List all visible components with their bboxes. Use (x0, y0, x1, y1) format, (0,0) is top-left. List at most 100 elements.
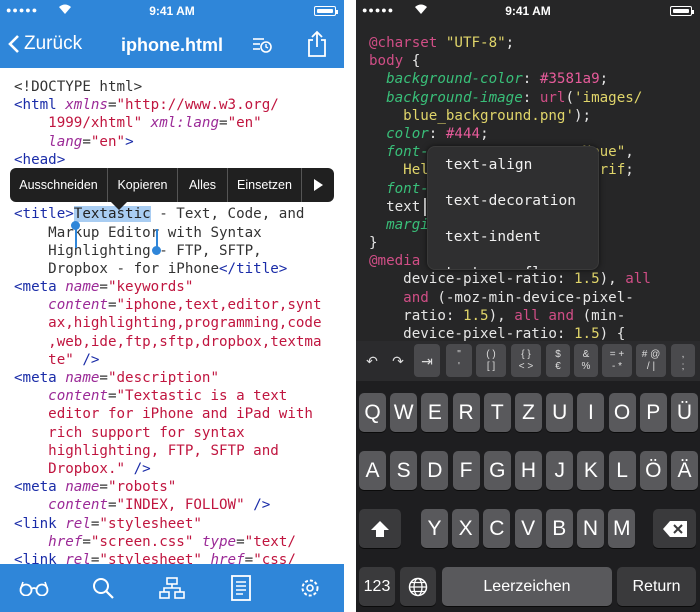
code-line: content="iphone,text,editor,synt (14, 296, 321, 314)
key-u[interactable]: U (546, 393, 574, 432)
key-f[interactable]: F (452, 451, 480, 490)
code-token: <!DOCTYPE (14, 79, 100, 95)
key-r[interactable]: R (452, 393, 480, 432)
code-line: content="Textastic is a text (14, 387, 322, 405)
extra-key[interactable]: ↶ (360, 344, 384, 377)
key-a[interactable]: A (359, 451, 386, 490)
extra-key[interactable]: # @ / | (636, 344, 666, 377)
key-t[interactable]: T (483, 393, 511, 432)
history-icon[interactable] (252, 36, 272, 54)
menu-item-alles[interactable]: Alles (178, 168, 228, 202)
key-ä[interactable]: Ä (671, 451, 698, 490)
key-k[interactable]: K (577, 451, 605, 490)
shift-key[interactable] (359, 509, 401, 548)
selection-start-handle[interactable] (75, 228, 77, 248)
key-v[interactable]: V (514, 509, 542, 548)
extra-key[interactable]: ⇥ (414, 344, 440, 377)
key-l[interactable]: L (608, 451, 636, 490)
menu-more-button[interactable] (302, 179, 334, 191)
share-icon[interactable] (306, 30, 328, 58)
completion-option[interactable]: text-align (428, 147, 598, 183)
backspace-key[interactable] (653, 509, 696, 548)
code-token: "keywords" (107, 279, 194, 296)
completion-option[interactable]: text-indent (428, 219, 598, 255)
key-b[interactable]: B (545, 509, 573, 548)
settings-icon[interactable] (295, 573, 325, 603)
menu-item-kopieren[interactable]: Kopieren (108, 168, 178, 202)
globe-key[interactable] (400, 567, 436, 606)
key-q[interactable]: Q (359, 393, 386, 432)
completion-option[interactable]: text-decoration (428, 183, 598, 219)
key-i[interactable]: I (577, 393, 605, 432)
menu-item-ausschneiden[interactable]: Ausschneiden (10, 168, 108, 202)
status-time: 9:41 AM (149, 4, 195, 18)
return-key[interactable]: Return (617, 567, 696, 606)
extra-key[interactable]: { } < > (511, 344, 541, 377)
code-token: color (369, 125, 429, 142)
code-token: ), (488, 307, 515, 324)
code-token: <meta (14, 479, 66, 496)
key-ü[interactable]: Ü (671, 393, 698, 432)
code-token: 1999/xhtml" (14, 115, 151, 132)
key-e[interactable]: E (421, 393, 449, 432)
play-icon (314, 179, 323, 191)
html-code-editor[interactable]: <!DOCTYPE html> <html xmlns="http://www.w… (14, 78, 322, 569)
key-g[interactable]: G (483, 451, 511, 490)
extra-key[interactable]: ( ) [ ] (476, 344, 506, 377)
code-token: <link (14, 515, 66, 532)
code-token: and (369, 289, 438, 306)
key-x[interactable]: X (452, 509, 480, 548)
key-s[interactable]: S (390, 451, 418, 490)
key-h[interactable]: H (515, 451, 542, 490)
code-token: content (14, 497, 108, 514)
key-p[interactable]: P (639, 393, 667, 432)
selection-start-knob[interactable] (71, 221, 80, 230)
extra-key[interactable]: & % (574, 344, 598, 377)
code-token: te" (14, 351, 83, 368)
selection-end-knob[interactable] (152, 246, 161, 255)
code-token: xml:lang (150, 115, 220, 132)
code-token: <html (14, 97, 66, 114)
key-d[interactable]: D (421, 451, 449, 490)
code-token: "robots" (107, 479, 177, 496)
key-y[interactable]: Y (421, 509, 448, 548)
structure-icon[interactable] (157, 573, 187, 603)
completion-option[interactable]: text-overflow (428, 255, 598, 269)
extra-key[interactable]: $ € (546, 344, 570, 377)
code-token: @media (369, 253, 429, 270)
code-line: highlighting, FTP, SFTP and (14, 442, 322, 460)
key-ö[interactable]: Ö (639, 451, 667, 490)
edit-context-menu: Ausschneiden Kopieren Alles Einsetzen (10, 168, 334, 202)
space-key[interactable]: Leerzeichen (442, 567, 612, 606)
key-w[interactable]: W (390, 393, 418, 432)
key-j[interactable]: J (546, 451, 574, 490)
key-n[interactable]: N (577, 509, 604, 548)
code-line: editor for iPhone and iPad with (14, 405, 322, 423)
code-token: Dropbox - for iPhone (14, 260, 219, 277)
extra-key[interactable]: ↷ (386, 344, 410, 377)
menu-item-einsetzen[interactable]: Einsetzen (228, 168, 302, 202)
glasses-icon[interactable] (19, 573, 49, 603)
code-token: ), (599, 271, 626, 288)
key-c[interactable]: C (483, 509, 511, 548)
search-icon[interactable] (88, 573, 118, 603)
code-token: /> (133, 460, 151, 477)
text-cursor (424, 198, 426, 216)
key-m[interactable]: M (608, 509, 636, 548)
extra-key[interactable]: , ; (671, 344, 695, 377)
numbers-key[interactable]: 123 (359, 567, 395, 606)
code-token: , (625, 144, 634, 161)
code-token: { (411, 53, 421, 70)
code-token: <meta (14, 279, 66, 296)
code-token: "screen.css" (90, 533, 202, 550)
document-icon[interactable] (226, 573, 256, 603)
right-phone-screen: ●●●●● 9:41 AM @charset "UTF-8"; body { ba… (356, 0, 700, 612)
battery-icon (314, 6, 338, 16)
code-token: : (522, 71, 540, 88)
extra-key[interactable]: " ' (446, 344, 472, 377)
shift-icon (371, 520, 389, 537)
code-token: ( (565, 89, 575, 106)
key-z[interactable]: Z (515, 393, 542, 432)
key-o[interactable]: O (608, 393, 636, 432)
extra-key[interactable]: = + - * (602, 344, 632, 377)
